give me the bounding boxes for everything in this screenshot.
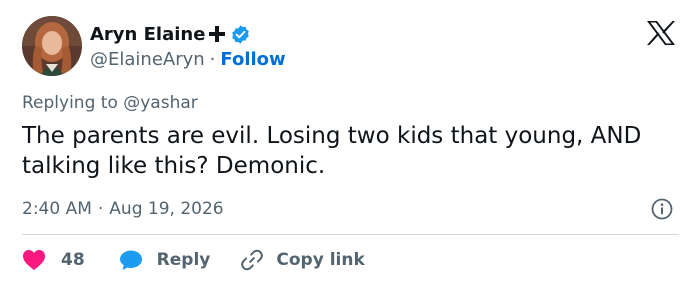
replying-to-mention[interactable]: @yashar [123,93,198,113]
reply-button[interactable]: Reply [119,249,211,271]
timestamp-separator: · [97,199,104,219]
follow-button[interactable]: Follow [220,49,285,70]
verified-badge-icon [230,24,251,45]
cross-icon [207,24,227,44]
copy-link-button[interactable]: Copy link [240,248,365,272]
speech-bubble-icon [119,249,143,271]
tweet-time[interactable]: 2:40 AM [22,199,92,219]
author-name-row: Aryn Elaine [90,20,251,48]
handle-separator: · [209,48,216,70]
divider [22,234,679,235]
reply-label: Reply [156,250,211,270]
link-icon [240,248,264,272]
author-handle-row: @ElaineAryn · Follow [90,46,286,72]
tweet-date[interactable]: Aug 19, 2026 [109,199,223,219]
author-handle[interactable]: @ElaineAryn [90,49,205,70]
avatar[interactable] [22,16,82,76]
x-logo-icon[interactable] [646,20,676,46]
like-button[interactable]: 48 [22,249,85,271]
copy-link-label: Copy link [276,250,365,270]
tweet-timestamp[interactable]: 2:40 AM · Aug 19, 2026 [22,197,224,221]
author-display-name[interactable]: Aryn Elaine [90,24,205,45]
info-icon[interactable] [651,198,673,220]
heart-icon [22,249,46,271]
action-bar: 48 Reply Copy link [22,246,365,274]
tweet-card: Aryn Elaine @ElaineAryn · Follow Replyin… [0,0,700,287]
like-count: 48 [61,250,85,270]
tweet-text: The parents are evil. Losing two kids th… [22,123,642,179]
replying-to: Replying to @yashar [22,93,198,113]
replying-to-prefix: Replying to [22,93,118,113]
